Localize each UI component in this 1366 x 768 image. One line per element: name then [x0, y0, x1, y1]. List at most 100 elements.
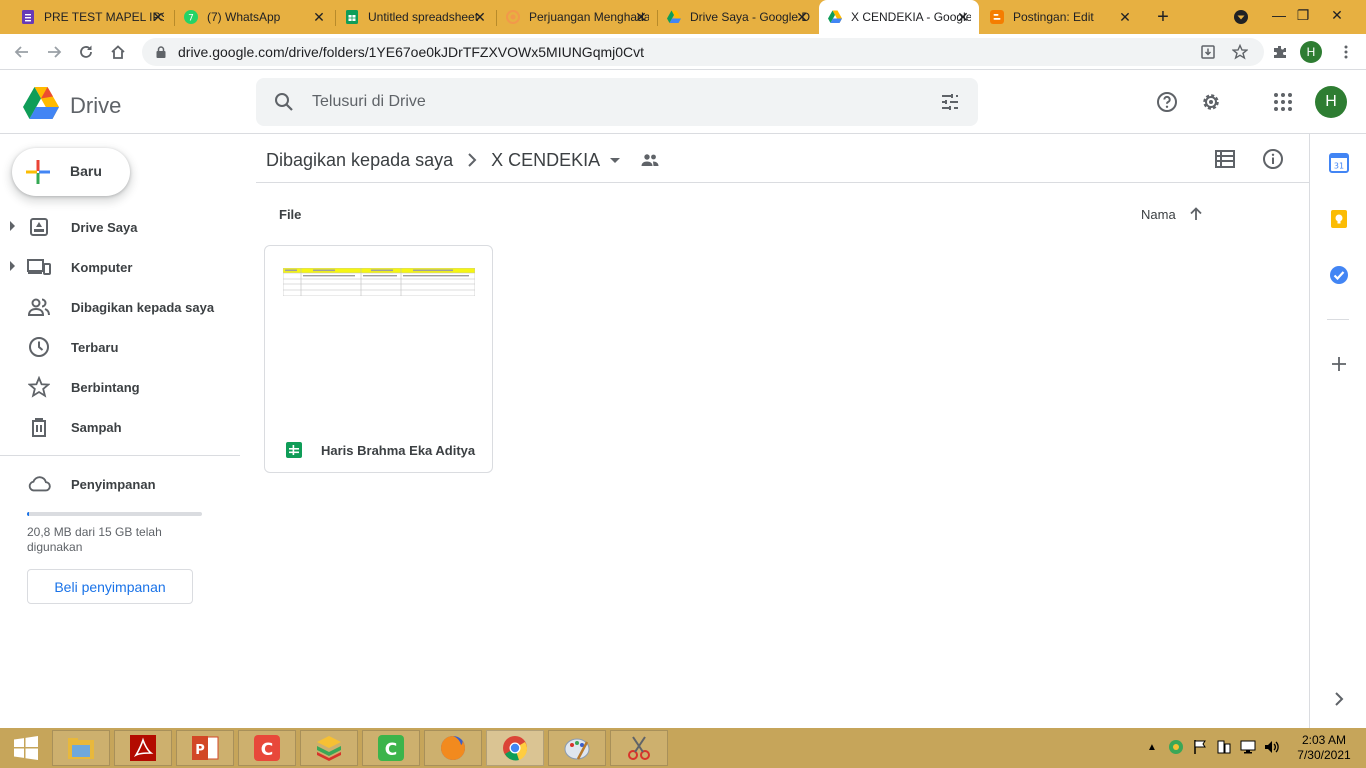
buy-storage-button[interactable]: Beli penyimpanan [27, 569, 193, 604]
taskbar-camtasia-recorder[interactable]: C [362, 730, 420, 766]
sidebar-item-label: Komputer [71, 260, 133, 275]
new-tab-button[interactable]: + [1152, 6, 1174, 28]
home-button[interactable] [106, 40, 130, 64]
drive-logo[interactable]: Drive [22, 86, 121, 125]
list-view-icon[interactable] [1213, 147, 1237, 171]
add-addon-plus-icon[interactable] [1328, 353, 1350, 375]
expand-arrow-icon[interactable] [10, 261, 15, 271]
calendar-icon[interactable]: 31 [1328, 152, 1350, 174]
address-bar[interactable]: drive.google.com/drive/folders/1YE67oe0k… [142, 38, 1264, 66]
close-icon[interactable]: ✕ [472, 9, 488, 25]
arrow-up-icon[interactable] [1188, 206, 1204, 222]
action-center-flag-icon[interactable] [1191, 738, 1209, 756]
svg-text:P: P [195, 743, 205, 758]
sidebar-item-computers[interactable]: Komputer [0, 247, 240, 287]
close-icon[interactable]: ✕ [633, 9, 649, 25]
spreadsheet-thumbnail [282, 267, 476, 297]
reload-button[interactable] [74, 40, 98, 64]
tab-search-button[interactable] [1226, 2, 1256, 32]
search-input[interactable] [312, 90, 912, 114]
network-icon[interactable] [1239, 738, 1257, 756]
browser-tab-forms[interactable]: PRE TEST MAPEL IPS ✕ [12, 0, 174, 34]
sidebar-item-recent[interactable]: Terbaru [0, 327, 240, 367]
my-drive-icon [27, 215, 51, 239]
taskbar-acrobat[interactable] [114, 730, 172, 766]
search-icon[interactable] [272, 90, 296, 114]
tab-title: Postingan: Edit [1013, 10, 1094, 24]
clock-icon [27, 335, 51, 359]
sidebar-item-trash[interactable]: Sampah [0, 407, 240, 447]
drive-logo-text: Drive [70, 92, 122, 118]
restore-button[interactable]: ❐ [1288, 0, 1318, 30]
folder-menu-dropdown-icon[interactable] [610, 157, 621, 163]
help-icon[interactable] [1155, 90, 1179, 114]
storage-usage-fill [27, 512, 30, 516]
account-avatar[interactable]: H [1315, 86, 1347, 118]
breadcrumb: Dibagikan kepada saya X CENDEKIA [266, 146, 660, 174]
install-icon[interactable] [1196, 40, 1220, 64]
tray-overflow-icon[interactable]: ▲ [1143, 738, 1161, 756]
sheets-icon [344, 9, 360, 25]
windows-start-button[interactable] [4, 728, 48, 768]
taskbar-firefox[interactable] [424, 730, 482, 766]
keep-icon[interactable] [1328, 208, 1350, 230]
browser-tab-drive-saya[interactable]: Drive Saya - Google Drive ✕ [658, 0, 818, 34]
bookmark-star-icon[interactable] [1228, 40, 1252, 64]
info-icon[interactable] [1261, 147, 1285, 171]
search-options-icon[interactable] [938, 90, 962, 114]
close-window-button[interactable]: ✕ [1322, 0, 1352, 30]
browser-tab-site[interactable]: Perjuangan Menghadapi ✕ [497, 0, 657, 34]
drive-icon [827, 9, 843, 25]
tray-app-icon[interactable] [1167, 738, 1185, 756]
taskbar-powerpoint[interactable]: P [176, 730, 234, 766]
expand-arrow-icon[interactable] [10, 221, 15, 231]
tab-title: Perjuangan Menghadapi [529, 10, 649, 24]
sidebar-item-shared[interactable]: Dibagikan kepada saya [0, 287, 240, 327]
sidebar-item-label: Dibagikan kepada saya [71, 300, 215, 315]
file-name: Haris Brahma Eka Aditya [321, 443, 476, 458]
browser-tab-x-cendekia[interactable]: X CENDEKIA - Google Drive ✕ [819, 0, 979, 34]
blogger-icon [989, 9, 1005, 25]
taskbar-camtasia[interactable]: C [238, 730, 296, 766]
volume-icon[interactable] [1263, 738, 1281, 756]
close-icon[interactable]: ✕ [955, 9, 971, 25]
new-button[interactable]: Baru [12, 148, 130, 196]
chevron-right-icon[interactable] [1328, 688, 1350, 710]
sidebar-item-storage[interactable]: Penyimpanan [0, 464, 240, 504]
browser-tab-strip: PRE TEST MAPEL IPS ✕ 7 (7) WhatsApp ✕ Un… [0, 0, 1366, 34]
sidebar-item-label: Berbintang [71, 380, 140, 395]
taskbar-bluestacks[interactable] [300, 730, 358, 766]
close-icon[interactable]: ✕ [311, 9, 327, 25]
taskbar-chrome[interactable] [486, 730, 544, 766]
side-panel: 31 [1309, 134, 1366, 728]
taskbar-file-explorer[interactable] [52, 730, 110, 766]
forward-button[interactable] [42, 40, 66, 64]
computers-icon [27, 255, 51, 279]
browser-menu-icon[interactable] [1334, 40, 1358, 64]
drive-logo-icon [22, 86, 60, 125]
browser-tab-blogger[interactable]: Postingan: Edit ✕ [981, 0, 1141, 34]
apps-grid-icon[interactable] [1271, 90, 1295, 114]
device-icon[interactable] [1215, 738, 1233, 756]
settings-gear-icon[interactable] [1199, 90, 1223, 114]
back-button[interactable] [10, 40, 34, 64]
sidebar-item-my-drive[interactable]: Drive Saya [0, 207, 240, 247]
sort-by-name[interactable]: Nama [1141, 206, 1204, 222]
sidebar-item-starred[interactable]: Berbintang [0, 367, 240, 407]
extensions-icon[interactable] [1268, 40, 1292, 64]
taskbar-snipping-tool[interactable] [610, 730, 668, 766]
tasks-icon[interactable] [1328, 264, 1350, 286]
browser-tab-whatsapp[interactable]: 7 (7) WhatsApp ✕ [175, 0, 335, 34]
close-icon[interactable]: ✕ [794, 9, 810, 25]
taskbar-paint[interactable] [548, 730, 606, 766]
browser-profile-avatar[interactable]: H [1300, 41, 1322, 63]
browser-tab-sheets[interactable]: Untitled spreadsheet ✕ [336, 0, 496, 34]
close-icon[interactable]: ✕ [150, 9, 166, 25]
close-icon[interactable]: ✕ [1117, 9, 1133, 25]
file-card[interactable]: Haris Brahma Eka Aditya [264, 245, 493, 473]
sheets-file-icon [285, 441, 303, 459]
taskbar-clock[interactable]: 2:03 AM 7/30/2021 [1292, 733, 1356, 763]
breadcrumb-current[interactable]: X CENDEKIA [491, 150, 600, 171]
tab-title: Drive Saya - Google Drive [690, 10, 810, 24]
breadcrumb-parent[interactable]: Dibagikan kepada saya [266, 150, 453, 171]
